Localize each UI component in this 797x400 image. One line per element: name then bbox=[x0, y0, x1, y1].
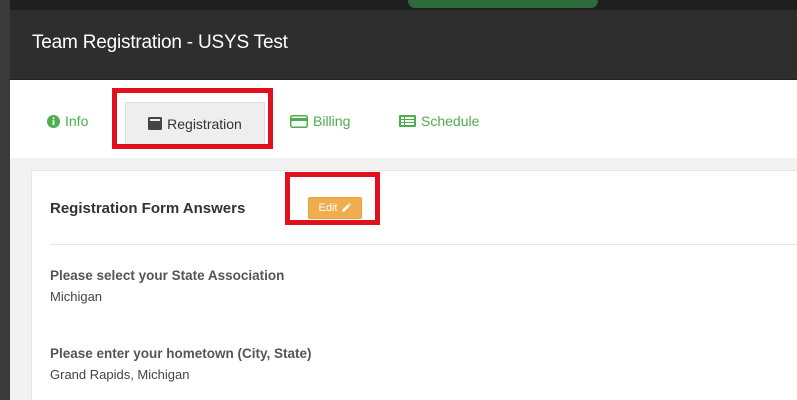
tab-schedule[interactable]: Schedule bbox=[399, 103, 479, 139]
tab-billing-label: Billing bbox=[313, 113, 351, 129]
pencil-icon bbox=[341, 203, 352, 213]
modal-title: Team Registration - USYS Test bbox=[32, 32, 288, 53]
tab-registration[interactable]: Registration bbox=[125, 102, 265, 144]
tabs-bar: Info Registration Billing Schedule bbox=[10, 80, 797, 158]
answer-value: Michigan bbox=[50, 289, 103, 304]
table-list-icon bbox=[399, 115, 416, 127]
form-answer-item: Please select your State Association Mic… bbox=[50, 268, 284, 304]
question-label: Please select your State Association bbox=[50, 268, 285, 283]
tab-billing[interactable]: Billing bbox=[290, 103, 350, 139]
form-answer-item: Please enter your hometown (City, State)… bbox=[50, 346, 312, 382]
modal-header: Team Registration - USYS Test bbox=[10, 10, 797, 80]
page-edge bbox=[0, 0, 10, 400]
tab-schedule-label: Schedule bbox=[421, 113, 480, 129]
background-pill bbox=[408, 0, 598, 8]
tab-info-label: Info bbox=[65, 113, 89, 129]
credit-card-icon bbox=[290, 114, 308, 128]
tab-registration-label: Registration bbox=[167, 115, 242, 132]
edit-button[interactable]: Edit bbox=[308, 197, 362, 219]
team-registration-modal: Team Registration - USYS Test Info Regis… bbox=[10, 10, 797, 400]
info-circle-icon bbox=[47, 114, 60, 128]
panel-title: Registration Form Answers bbox=[50, 200, 246, 217]
registration-answers-panel: Registration Form Answers Edit Please se… bbox=[31, 170, 797, 400]
list-alt-icon bbox=[148, 117, 163, 130]
panel-divider bbox=[50, 244, 797, 245]
edit-button-label: Edit bbox=[318, 202, 338, 214]
answer-value: Grand Rapids, Michigan bbox=[50, 367, 190, 382]
question-label: Please enter your hometown (City, State) bbox=[50, 346, 312, 361]
tab-content: Registration Form Answers Edit Please se… bbox=[10, 158, 797, 400]
tab-info[interactable]: Info bbox=[47, 103, 88, 139]
